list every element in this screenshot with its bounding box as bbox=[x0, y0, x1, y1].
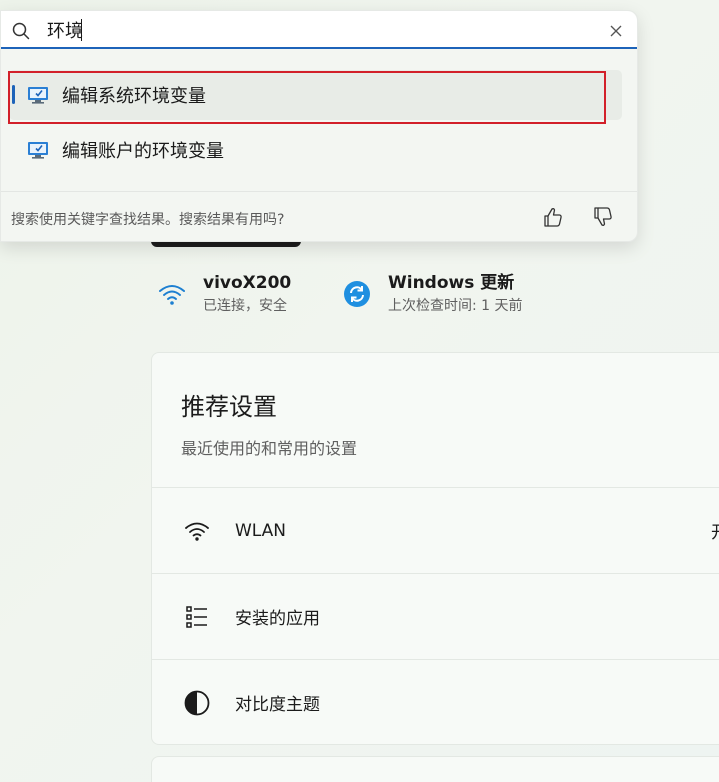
search-feedback-bar: 搜索使用关键字查找结果。搜索结果有用吗? bbox=[1, 191, 637, 241]
close-icon[interactable] bbox=[609, 23, 623, 42]
thumbs-down-icon[interactable] bbox=[592, 206, 614, 232]
search-icon bbox=[12, 22, 30, 44]
text-caret bbox=[81, 19, 82, 41]
result-label: 编辑账户的环境变量 bbox=[62, 141, 224, 162]
search-flyout: 编辑系统环境变量 编辑账户的环境变量 搜索使用关键字查找结果。搜索结果有用吗? bbox=[0, 10, 638, 242]
rec-item-value: 开 bbox=[711, 518, 719, 543]
contrast-icon bbox=[182, 688, 212, 718]
rec-item-wlan[interactable]: WLAN 开 bbox=[152, 487, 719, 573]
wifi-icon bbox=[182, 516, 212, 546]
recommended-title: 推荐设置 bbox=[181, 393, 277, 421]
search-input[interactable] bbox=[47, 17, 547, 43]
wifi-network-name: vivoX200 bbox=[203, 273, 292, 293]
update-title: Windows 更新 bbox=[388, 273, 515, 293]
annotation-highlight-box bbox=[8, 71, 606, 124]
wifi-status-text: 已连接，安全 bbox=[203, 298, 287, 314]
wifi-status[interactable]: vivoX200 已连接，安全 bbox=[157, 271, 291, 317]
rec-item-label: WLAN bbox=[235, 520, 287, 541]
system-properties-icon bbox=[27, 139, 49, 161]
rec-item-contrast-themes[interactable]: 对比度主题 bbox=[152, 659, 719, 745]
refresh-icon bbox=[342, 279, 372, 309]
app-list-icon bbox=[182, 602, 212, 632]
rec-item-installed-apps[interactable]: 安装的应用 bbox=[152, 573, 719, 659]
windows-update-status[interactable]: Windows 更新 上次检查时间: 1 天前 bbox=[342, 271, 523, 317]
search-result-item[interactable]: 编辑账户的环境变量 bbox=[9, 125, 622, 175]
rec-item-label: 对比度主题 bbox=[235, 695, 320, 715]
recommended-settings-card: 推荐设置 最近使用的和常用的设置 WLAN 开 安装的应用 bbox=[151, 352, 719, 745]
update-last-checked: 上次检查时间: 1 天前 bbox=[388, 298, 523, 314]
wifi-icon bbox=[157, 279, 187, 309]
rec-item-label: 安装的应用 bbox=[235, 609, 320, 629]
next-card bbox=[151, 756, 719, 782]
search-box[interactable] bbox=[1, 11, 637, 49]
recommended-subtitle: 最近使用的和常用的设置 bbox=[181, 439, 358, 458]
thumbs-up-icon[interactable] bbox=[542, 206, 564, 232]
feedback-prompt: 搜索使用关键字查找结果。搜索结果有用吗? bbox=[11, 212, 285, 228]
